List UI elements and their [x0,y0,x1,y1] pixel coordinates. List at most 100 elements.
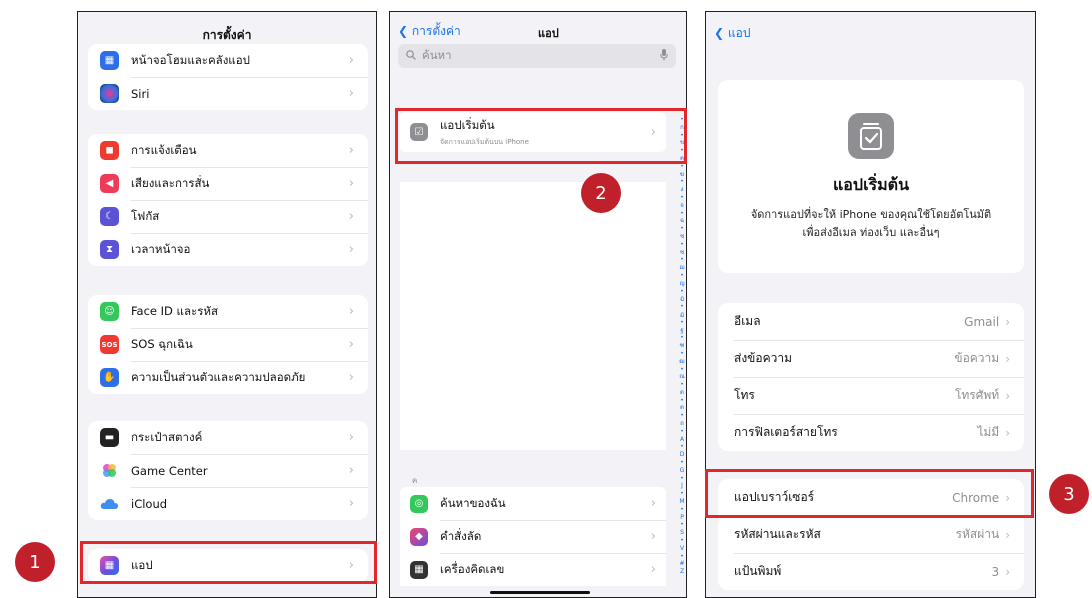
index-letter[interactable]: • [678,334,686,342]
index-letter[interactable]: • [678,256,686,264]
index-letter[interactable]: D [678,451,686,459]
index-letter[interactable]: • [678,303,686,311]
index-letter[interactable]: • [678,397,686,405]
default-item-messaging[interactable]: ส่งข้อความ ข้อความ › [718,340,1024,377]
back-button[interactable]: ❮ การตั้งค่า [398,22,461,41]
default-item-email[interactable]: อีเมล Gmail › [718,303,1024,340]
settings-item-wallet[interactable]: ▬ กระเป๋าสตางค์ › [88,421,368,454]
index-letter[interactable]: ซ [678,249,686,257]
index-letter[interactable]: ง [678,186,686,194]
index-letter[interactable]: จ [678,202,686,210]
chevron-right-icon: › [650,562,656,577]
settings-item-face-id[interactable]: ☺ Face ID และรหัส › [88,295,368,328]
back-button[interactable]: ❮ แอป [714,24,750,43]
settings-item-icloud[interactable]: iCloud › [88,487,368,520]
settings-item-focus[interactable]: ☾ โฟกัส › [88,200,368,233]
index-letter[interactable]: ต [678,404,686,412]
index-letter[interactable]: • [678,443,686,451]
index-letter[interactable]: ฐ [678,327,686,335]
settings-item-sos[interactable]: SOS SOS ฉุกเฉิน › [88,328,368,361]
default-item-passwords[interactable]: รหัสผ่านและรหัส รหัสผ่าน › [718,516,1024,553]
settings-item-label: เสียงและการสั่น [131,175,210,190]
default-item-value: Gmail [964,314,1000,329]
index-letter[interactable]: • [678,459,686,467]
index-letter[interactable]: • [678,553,686,561]
index-letter[interactable]: • [678,225,686,233]
index-letter[interactable]: • [678,241,686,249]
app-item-calculator[interactable]: ▦ เครื่องคิดเลข › [400,553,666,586]
app-item-find-my[interactable]: ◎ ค้นหาของฉัน › [400,487,666,520]
index-letter[interactable]: • [678,272,686,280]
step-badge-1: 1 [15,542,55,582]
app-item-label: เครื่องคิดเลข [440,561,505,576]
index-letter[interactable]: ฒ [678,358,686,366]
settings-item-privacy[interactable]: ✋ ความเป็นส่วนตัวและความปลอดภัย › [88,361,368,394]
default-item-call-filtering[interactable]: การฟิลเตอร์สายโทร ไม่มี › [718,414,1024,451]
highlight-browser-row [705,469,1034,518]
home-indicator [490,591,590,594]
settings-group-1: ▦ หน้าจอโฮมและคลังแอป › Siri › [88,44,368,110]
index-letter[interactable]: • [678,178,686,186]
default-item-label: แป้นพิมพ์ [734,564,782,578]
microphone-icon[interactable] [660,48,668,64]
settings-item-game-center[interactable]: Game Center › [88,454,368,487]
screen-time-icon: ⧗ [100,240,119,259]
app-item-shortcuts[interactable]: ◆ คำสั่งลัด › [400,520,666,553]
index-letter[interactable]: • [678,428,686,436]
index-letter[interactable]: • [678,210,686,218]
index-letter[interactable]: ณ [678,373,686,381]
alphabet-index-scrubber[interactable]: • ก • ข • ค • ฆ • ง • จ • ฉ • ช • ซ • ฌ • ญ • ฎ • ฏ • ฐ • ฑ • ฒ • ณ • ด • ต • ถ… [678,116,686,576]
index-letter[interactable]: ช [678,233,686,241]
index-letter[interactable]: ฉ [678,217,686,225]
index-letter[interactable]: • [678,350,686,358]
index-letter[interactable]: • [678,194,686,202]
index-letter[interactable]: • [678,381,686,389]
default-item-calling[interactable]: โทร โทรศัพท์ › [718,377,1024,414]
index-letter[interactable]: ฆ [678,171,686,179]
index-letter[interactable]: • [678,506,686,514]
index-letter[interactable]: Z [678,568,686,576]
index-letter[interactable]: ฎ [678,295,686,303]
index-letter[interactable]: • [678,366,686,374]
index-letter[interactable]: ด [678,389,686,397]
settings-item-screen-time[interactable]: ⧗ เวลาหน้าจอ › [88,233,368,266]
index-letter[interactable]: # [678,560,686,568]
face-id-icon: ☺ [100,302,119,321]
index-letter[interactable]: • [678,412,686,420]
settings-item-label: ความเป็นส่วนตัวและความปลอดภัย [131,369,306,384]
index-letter[interactable]: ฏ [678,311,686,319]
index-letter[interactable]: • [678,521,686,529]
index-letter[interactable]: G [678,467,686,475]
search-field[interactable]: ค้นหา [398,44,676,68]
step-badge-2: 2 [581,173,621,213]
settings-item-notifications[interactable]: ◼ การแจ้งเตือน › [88,134,368,167]
index-letter[interactable]: ถ [678,420,686,428]
index-letter[interactable]: ญ [678,280,686,288]
index-letter[interactable]: • [678,537,686,545]
step-badge-3: 3 [1049,474,1089,514]
index-letter[interactable]: V [678,545,686,553]
default-item-label: โทร [734,388,755,402]
chevron-right-icon: › [1005,388,1010,403]
index-letter[interactable]: • [678,475,686,483]
index-letter[interactable]: ฑ [678,342,686,350]
chevron-right-icon: › [650,496,656,511]
default-item-keyboards[interactable]: แป้นพิมพ์ 3 › [718,553,1024,590]
index-letter[interactable]: • [678,490,686,498]
settings-item-siri[interactable]: Siri › [88,77,368,110]
settings-group-4: ▬ กระเป๋าสตางค์ › Game Center › iCloud › [88,421,368,520]
default-apps-icon [848,113,894,159]
settings-item-sounds[interactable]: ◀ เสียงและการสั่น › [88,167,368,200]
index-letter[interactable]: ฌ [678,264,686,272]
index-letter[interactable]: M [678,498,686,506]
chevron-right-icon: › [348,209,354,224]
index-letter[interactable]: • [678,288,686,296]
settings-item-home-screen[interactable]: ▦ หน้าจอโฮมและคลังแอป › [88,44,368,77]
index-letter[interactable]: J [678,482,686,490]
index-letter[interactable]: A [678,436,686,444]
index-letter[interactable]: • [678,319,686,327]
hero-description-line-2: เพื่อส่งอีเมล ท่องเว็บ และอื่นๆ [802,226,940,239]
index-letter[interactable]: P [678,514,686,522]
find-my-icon: ◎ [410,494,428,513]
index-letter[interactable]: S [678,529,686,537]
